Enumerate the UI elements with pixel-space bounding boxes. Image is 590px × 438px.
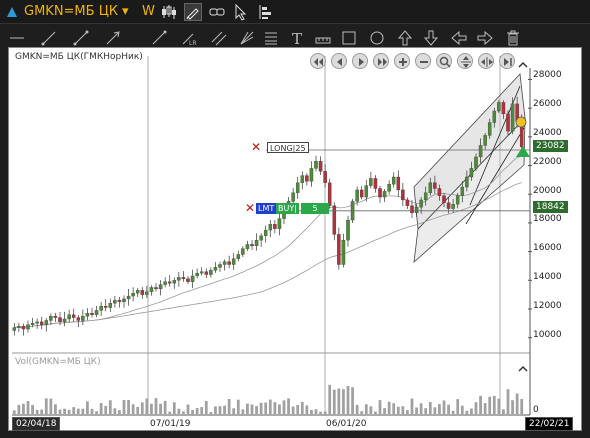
- scroll-end-button[interactable]: [499, 53, 515, 69]
- y-tick-label: 26000: [533, 99, 562, 109]
- zoom-out-button[interactable]: [415, 53, 431, 69]
- svg-text:LR: LR: [189, 40, 197, 47]
- arrow-line-icon[interactable]: [104, 29, 122, 47]
- levels-icon[interactable]: [256, 3, 274, 21]
- candles-icon[interactable]: [160, 3, 178, 21]
- instrument-selector[interactable]: GMKN=МБ ЦК ▾: [24, 4, 129, 19]
- fibonacci-icon[interactable]: [262, 29, 280, 47]
- collapse-up-icon[interactable]: [518, 56, 528, 68]
- measure-icon[interactable]: [314, 29, 332, 47]
- compress-vertical-button[interactable]: [457, 53, 473, 69]
- y-tick-label: 24000: [533, 128, 562, 138]
- timeframe-selector[interactable]: W: [142, 4, 155, 19]
- chart-panel[interactable]: [8, 47, 582, 431]
- start-date-box: 02/04/18: [12, 417, 61, 431]
- arrow-diagonal-icon[interactable]: [150, 29, 168, 47]
- current-price-tag: 23082: [533, 140, 568, 152]
- y-tick-label: 28000: [533, 70, 562, 80]
- scroll-first-button[interactable]: [310, 53, 326, 69]
- pen-icon[interactable]: [184, 3, 202, 21]
- order-price-tag: 18842: [533, 201, 568, 213]
- y-tick-label: 12000: [533, 301, 562, 311]
- window-titlebar: GMKN=МБ ЦК ▾ W: [0, 0, 590, 24]
- cancel-order-icon[interactable]: ✕: [243, 202, 257, 214]
- x-tick-label: 07/01/19: [150, 419, 191, 429]
- chevron-down-icon: ▾: [122, 4, 129, 19]
- y-tick-label: 18000: [533, 214, 562, 224]
- scroll-back-button[interactable]: [331, 53, 347, 69]
- y-tick-label: 20000: [533, 186, 562, 196]
- ray-icon[interactable]: [40, 29, 58, 47]
- rectangle-icon[interactable]: [340, 29, 358, 47]
- trendline-icon[interactable]: [72, 29, 90, 47]
- arrow-down-icon[interactable]: [422, 29, 440, 47]
- play-button[interactable]: [352, 53, 368, 69]
- text-icon[interactable]: T: [288, 29, 306, 48]
- buy-label[interactable]: BUY|: [276, 203, 299, 214]
- link-icon[interactable]: [208, 3, 226, 21]
- zoom-in-button[interactable]: [394, 53, 410, 69]
- arrow-left-icon[interactable]: [450, 29, 468, 47]
- lmt-label[interactable]: LMT: [256, 203, 277, 214]
- scroll-last-button[interactable]: [373, 53, 389, 69]
- end-date-box: 22/02/21: [525, 417, 574, 431]
- y-tick-label: 22000: [533, 157, 562, 167]
- regression-icon[interactable]: LR: [180, 29, 198, 47]
- y-tick-label: 14000: [533, 272, 562, 282]
- ellipse-icon[interactable]: [368, 29, 386, 47]
- svg-text:T: T: [292, 30, 302, 47]
- trash-icon[interactable]: [504, 29, 522, 47]
- chart-legend: GMKN=МБ ЦК(ГМКНорНик): [15, 52, 143, 62]
- instrument-name: GMKN=МБ ЦК: [24, 4, 119, 19]
- instrument-icon: [7, 7, 17, 17]
- fan-icon[interactable]: [238, 29, 256, 47]
- zoom-fit-button[interactable]: [436, 53, 452, 69]
- collapse-volume-up-icon[interactable]: [518, 360, 528, 372]
- parallel-channel-icon[interactable]: [210, 29, 228, 47]
- long-position-label[interactable]: LONG|25: [267, 142, 309, 153]
- volume-legend: Vol(GMKN=МБ ЦК): [15, 357, 101, 367]
- cancel-long-icon[interactable]: ✕: [249, 141, 263, 153]
- arrow-right-icon[interactable]: [476, 29, 494, 47]
- x-tick-label: 06/01/20: [326, 419, 367, 429]
- y-tick-label: 10000: [533, 330, 562, 340]
- compress-horizontal-button[interactable]: [478, 53, 494, 69]
- hline-icon[interactable]: [8, 29, 26, 47]
- arrow-up-icon[interactable]: [396, 29, 414, 47]
- buy-quantity[interactable]: 5: [301, 203, 329, 214]
- volume-zero-label: 0: [533, 405, 539, 415]
- y-tick-label: 16000: [533, 243, 562, 253]
- cursor-icon[interactable]: [232, 3, 250, 21]
